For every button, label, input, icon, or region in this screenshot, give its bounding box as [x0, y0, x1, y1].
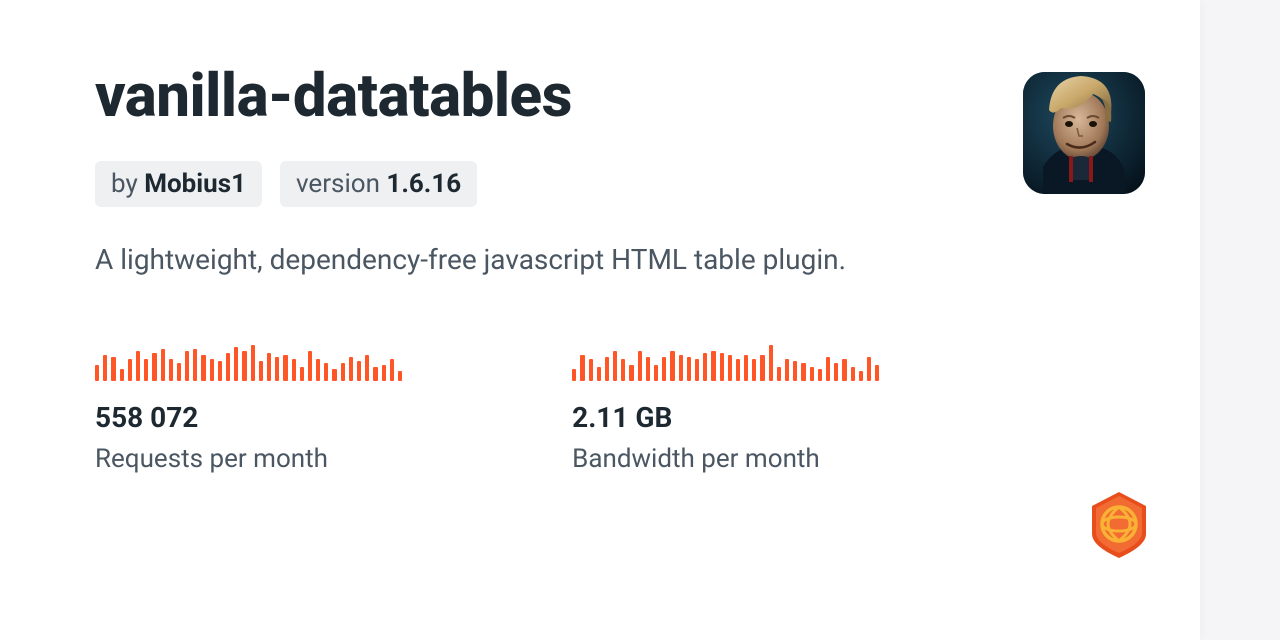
requests-label: Requests per month: [95, 444, 402, 474]
package-title: vanilla-datatables: [95, 60, 1105, 131]
author-prefix: by: [111, 169, 144, 199]
requests-stat: 558 072 Requests per month: [95, 341, 402, 474]
version-number: 1.6.16: [386, 169, 461, 199]
jsdelivr-logo-icon: [1088, 490, 1150, 560]
requests-value: 558 072: [95, 401, 402, 434]
version-prefix: version: [296, 169, 386, 199]
author-name: Mobius1: [144, 169, 246, 199]
bandwidth-sparkline: [572, 341, 879, 381]
stats-row: 558 072 Requests per month 2.11 GB Bandw…: [95, 341, 1105, 474]
bandwidth-label: Bandwidth per month: [572, 444, 879, 474]
package-description: A lightweight, dependency-free javascrip…: [95, 239, 875, 281]
bandwidth-value: 2.11 GB: [572, 401, 879, 434]
author-tag[interactable]: by Mobius1: [95, 161, 262, 207]
package-card: vanilla-datatables by Mobius1 version 1.…: [0, 0, 1200, 640]
requests-sparkline: [95, 341, 402, 381]
version-tag: version 1.6.16: [280, 161, 477, 207]
avatar[interactable]: [1023, 72, 1145, 194]
tag-row: by Mobius1 version 1.6.16: [95, 161, 1105, 207]
bandwidth-stat: 2.11 GB Bandwidth per month: [572, 341, 879, 474]
avatar-image: [1023, 72, 1145, 194]
